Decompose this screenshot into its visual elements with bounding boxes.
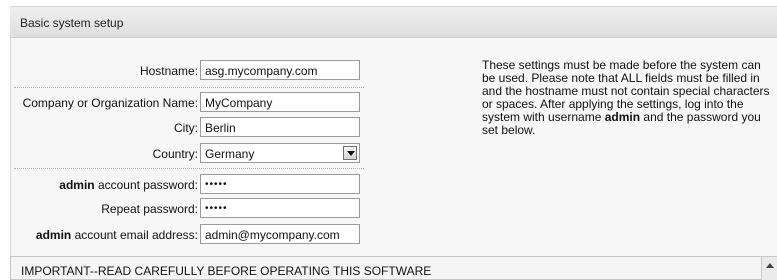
company-input[interactable]: MyCompany <box>200 92 360 112</box>
company-label: Company or Organization Name: <box>22 96 198 110</box>
hostname-label: Hostname: <box>139 64 198 78</box>
country-label: Country: <box>152 147 198 161</box>
scroll-up-arrow-icon[interactable] <box>761 257 777 280</box>
section-title: Basic system setup <box>20 16 124 30</box>
admin-email-label-text: account email address: <box>71 228 198 242</box>
admin-email-label: admin account email address: <box>0 228 198 242</box>
divider <box>14 168 364 169</box>
hostname-input[interactable]: asg.mycompany.com <box>200 60 360 80</box>
info-username-bold: admin <box>604 110 641 124</box>
license-textarea[interactable]: IMPORTANT--READ CAREFULLY BEFORE OPERATI… <box>10 256 777 280</box>
admin-password-input[interactable]: ••••• <box>200 174 360 194</box>
admin-email-input[interactable]: admin@mycompany.com <box>200 224 360 244</box>
country-select[interactable]: Germany <box>200 143 360 163</box>
admin-username-bold: admin <box>59 178 95 192</box>
info-line: set below. <box>482 123 536 137</box>
city-input[interactable]: Berlin <box>200 117 360 137</box>
license-text: IMPORTANT--READ CAREFULLY BEFORE OPERATI… <box>21 264 432 278</box>
repeat-password-input[interactable]: ••••• <box>200 198 360 218</box>
info-text: system with username <box>482 110 605 124</box>
admin-password-label-text: account password: <box>94 178 198 192</box>
setup-info-text: These settings must be made before the s… <box>482 59 777 137</box>
city-label: City: <box>174 121 198 135</box>
section-header: Basic system setup <box>10 6 777 38</box>
admin-username-bold: admin <box>35 228 72 242</box>
chevron-down-icon[interactable] <box>343 146 357 160</box>
divider <box>14 87 364 88</box>
country-select-value: Germany <box>205 147 255 161</box>
info-text: and the password you <box>640 110 761 124</box>
repeat-password-label: Repeat password: <box>101 202 198 216</box>
admin-password-label: admin account password: <box>0 178 198 192</box>
